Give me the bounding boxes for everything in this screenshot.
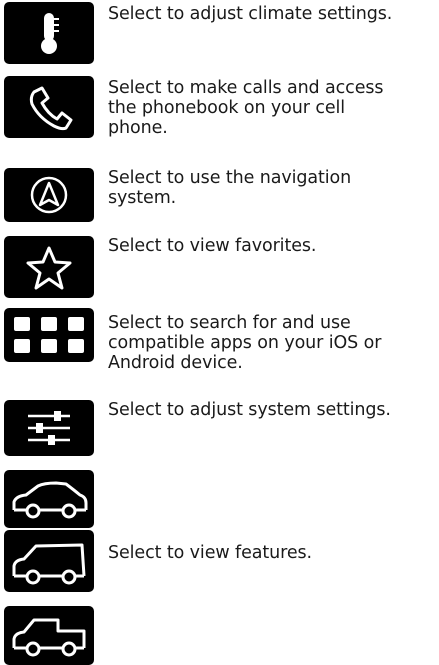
phone-icon	[4, 76, 94, 138]
description-line: Android device.	[108, 353, 243, 373]
description-line: Select to adjust climate settings.	[108, 4, 393, 24]
description-line: Select to view features.	[108, 543, 313, 563]
description-line: Select to view favorites.	[108, 236, 317, 256]
apps-description: Select to search for and use compatible …	[108, 313, 438, 373]
description-line: compatible apps on your iOS or	[108, 333, 382, 353]
description-line: Select to search for and use	[108, 313, 351, 333]
apps-grid-icon	[4, 308, 94, 362]
description-line: the phonebook on your cell	[108, 98, 346, 118]
description-line: Select to use the navigation	[108, 168, 352, 188]
phone-description: Select to make calls and access the phon…	[108, 78, 438, 138]
car-suv-icon	[4, 530, 94, 592]
description-line: system.	[108, 188, 177, 208]
description-line: Select to make calls and access	[108, 78, 384, 98]
thermometer-icon	[4, 2, 94, 64]
navigation-icon	[4, 168, 94, 222]
car-sedan-icon	[4, 470, 94, 528]
features-description: Select to view features.	[108, 543, 438, 563]
settings-description: Select to adjust system settings.	[108, 400, 438, 420]
favorites-description: Select to view favorites.	[108, 236, 438, 256]
navigation-description: Select to use the navigation system.	[108, 168, 438, 208]
settings-sliders-icon	[4, 400, 94, 456]
climate-description: Select to adjust climate settings.	[108, 4, 438, 24]
car-truck-icon	[4, 606, 94, 665]
description-line: phone.	[108, 118, 168, 138]
star-icon	[4, 236, 94, 298]
description-line: Select to adjust system settings.	[108, 400, 391, 420]
